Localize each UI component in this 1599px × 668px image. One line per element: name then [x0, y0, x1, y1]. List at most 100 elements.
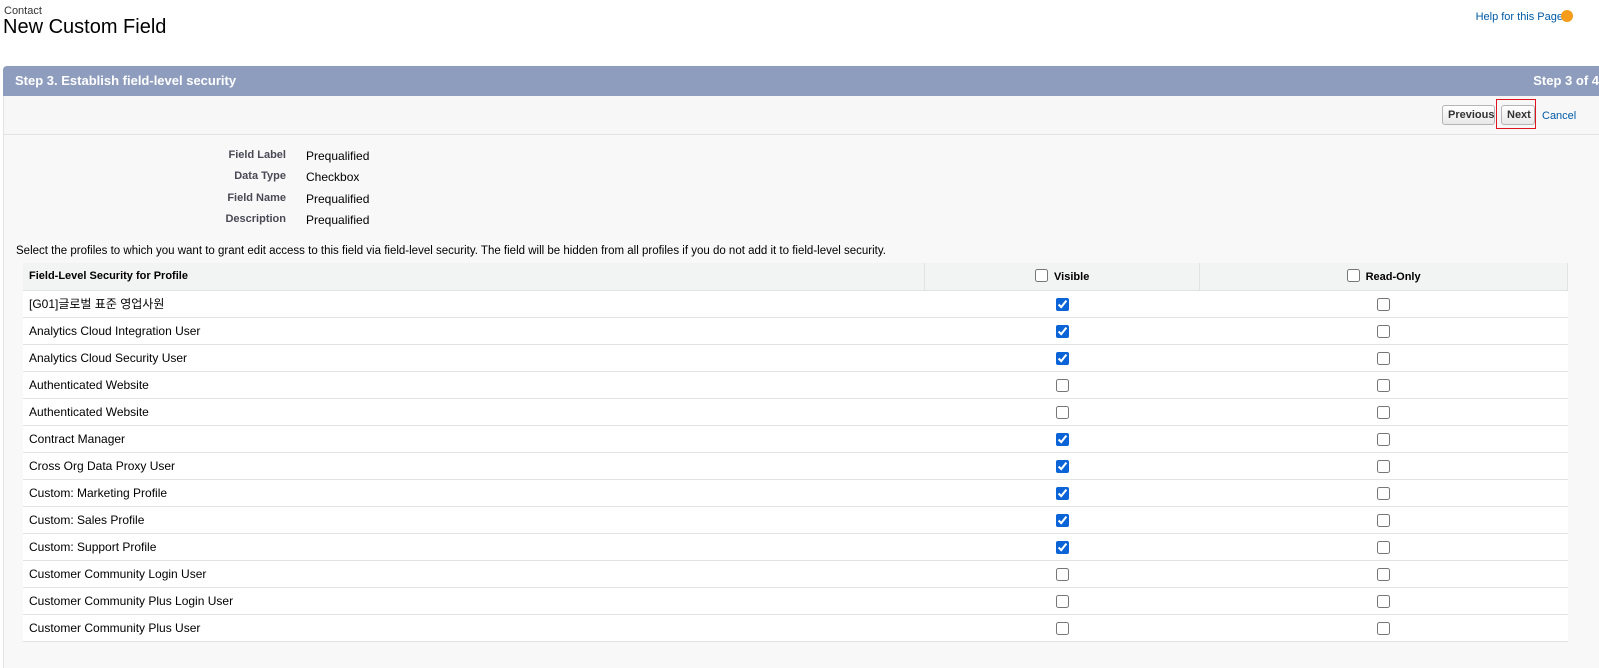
visible-checkbox[interactable] — [1055, 432, 1069, 446]
next-button[interactable]: Next — [1501, 105, 1535, 125]
table-row: Authenticated Website — [23, 371, 1568, 399]
profile-name: Custom: Marketing Profile — [23, 479, 925, 507]
detail-label-field-label: Field Label — [228, 149, 286, 161]
read-only-column-header: Read-Only — [1199, 263, 1568, 291]
new-custom-field-page: Contact New Custom Field Help for this P… — [0, 0, 1599, 668]
read-only-cell — [1199, 317, 1568, 345]
visible-checkbox[interactable] — [1055, 513, 1069, 527]
profile-name: Custom: Support Profile — [23, 533, 925, 561]
instructions-text: Select the profiles to which you want to… — [16, 245, 886, 257]
read-only-cell — [1199, 560, 1568, 588]
visible-cell — [924, 560, 1200, 588]
table-row: Analytics Cloud Integration User — [23, 317, 1568, 345]
profile-name: Analytics Cloud Integration User — [23, 317, 925, 345]
read-only-cell — [1199, 479, 1568, 507]
read-only-checkbox[interactable] — [1377, 297, 1391, 311]
profile-name: Authenticated Website — [23, 371, 925, 399]
help-icon[interactable] — [1561, 10, 1573, 22]
table-row: Cross Org Data Proxy User — [23, 452, 1568, 480]
visible-checkbox[interactable] — [1055, 567, 1069, 581]
visible-cell — [924, 533, 1200, 561]
detail-label-data-type: Data Type — [234, 170, 286, 182]
field-level-security-table: Field-Level Security for Profile Visible… — [23, 263, 1568, 642]
table-row: Custom: Marketing Profile — [23, 479, 1568, 507]
detail-value-field-name: Prequalified — [306, 192, 370, 206]
read-only-column-label: Read-Only — [1365, 271, 1421, 284]
visible-checkbox[interactable] — [1055, 351, 1069, 365]
profile-column-header: Field-Level Security for Profile — [23, 263, 926, 291]
read-only-cell — [1199, 506, 1568, 534]
visible-checkbox[interactable] — [1055, 459, 1069, 473]
page-title: New Custom Field — [3, 16, 167, 38]
read-only-checkbox[interactable] — [1377, 567, 1391, 581]
read-only-cell — [1199, 425, 1568, 453]
read-only-checkbox[interactable] — [1377, 513, 1391, 527]
visible-cell — [924, 398, 1200, 426]
button-row: Previous Next Cancel — [3, 96, 1599, 135]
visible-cell — [924, 452, 1200, 480]
read-only-cell — [1199, 290, 1568, 318]
read-only-checkbox[interactable] — [1377, 486, 1391, 500]
read-only-checkbox[interactable] — [1377, 378, 1391, 392]
table-header-row: Field-Level Security for Profile Visible… — [23, 263, 1568, 291]
table-row: Customer Community Plus Login User — [23, 587, 1568, 615]
table-row: Contract Manager — [23, 425, 1568, 453]
visible-cell — [924, 479, 1200, 507]
profile-name: Authenticated Website — [23, 398, 925, 426]
visible-checkbox[interactable] — [1055, 621, 1069, 635]
read-only-checkbox[interactable] — [1377, 351, 1391, 365]
cancel-link[interactable]: Cancel — [1542, 110, 1576, 122]
read-only-cell — [1199, 452, 1568, 480]
table-row: Customer Community Plus User — [23, 614, 1568, 642]
table-row: [G01]글로벌 표준 영업사원 — [23, 290, 1568, 318]
read-only-checkbox[interactable] — [1377, 540, 1391, 554]
visible-checkbox[interactable] — [1055, 540, 1069, 554]
read-only-checkbox[interactable] — [1377, 405, 1391, 419]
read-only-checkbox[interactable] — [1377, 432, 1391, 446]
visible-checkbox[interactable] — [1055, 297, 1069, 311]
read-only-cell — [1199, 344, 1568, 372]
detail-value-data-type: Checkbox — [306, 170, 360, 184]
visible-column-label: Visible — [1054, 271, 1090, 284]
read-only-checkbox[interactable] — [1377, 324, 1391, 338]
table-row: Authenticated Website — [23, 398, 1568, 426]
read-only-cell — [1199, 371, 1568, 399]
visible-checkbox[interactable] — [1055, 486, 1069, 500]
visible-checkbox[interactable] — [1055, 405, 1069, 419]
visible-checkbox[interactable] — [1055, 324, 1069, 338]
visible-select-all-checkbox[interactable] — [1034, 269, 1048, 283]
profile-name: [G01]글로벌 표준 영업사원 — [23, 290, 925, 318]
visible-cell — [924, 614, 1200, 642]
read-only-cell — [1199, 398, 1568, 426]
table-row: Custom: Support Profile — [23, 533, 1568, 561]
profile-name: Custom: Sales Profile — [23, 506, 925, 534]
help-link[interactable]: Help for this Page — [1476, 11, 1563, 23]
table-row: Analytics Cloud Security User — [23, 344, 1568, 372]
visible-cell — [924, 425, 1200, 453]
read-only-cell — [1199, 614, 1568, 642]
content-area: Field Label Prequalified Data Type Check… — [3, 135, 1599, 668]
table-row: Custom: Sales Profile — [23, 506, 1568, 534]
visible-checkbox[interactable] — [1055, 378, 1069, 392]
profile-name: Analytics Cloud Security User — [23, 344, 925, 372]
read-only-checkbox[interactable] — [1377, 459, 1391, 473]
visible-cell — [924, 344, 1200, 372]
read-only-cell — [1199, 533, 1568, 561]
profile-name: Customer Community Plus User — [23, 614, 925, 642]
table-body: [G01]글로벌 표준 영업사원 Analytics Cloud Integrat… — [23, 290, 1568, 642]
visible-checkbox[interactable] — [1055, 594, 1069, 608]
read-only-checkbox[interactable] — [1377, 621, 1391, 635]
read-only-select-all-checkbox[interactable] — [1346, 269, 1360, 283]
visible-cell — [924, 506, 1200, 534]
profile-name: Contract Manager — [23, 425, 925, 453]
read-only-checkbox[interactable] — [1377, 594, 1391, 608]
detail-label-description: Description — [225, 213, 286, 225]
detail-label-field-name: Field Name — [227, 192, 286, 204]
profile-name: Customer Community Plus Login User — [23, 587, 925, 615]
table-row: Customer Community Login User — [23, 560, 1568, 588]
previous-button[interactable]: Previous — [1442, 105, 1495, 125]
detail-value-description: Prequalified — [306, 213, 370, 227]
detail-value-field-label: Prequalified — [306, 149, 370, 163]
visible-cell — [924, 317, 1200, 345]
read-only-cell — [1199, 587, 1568, 615]
